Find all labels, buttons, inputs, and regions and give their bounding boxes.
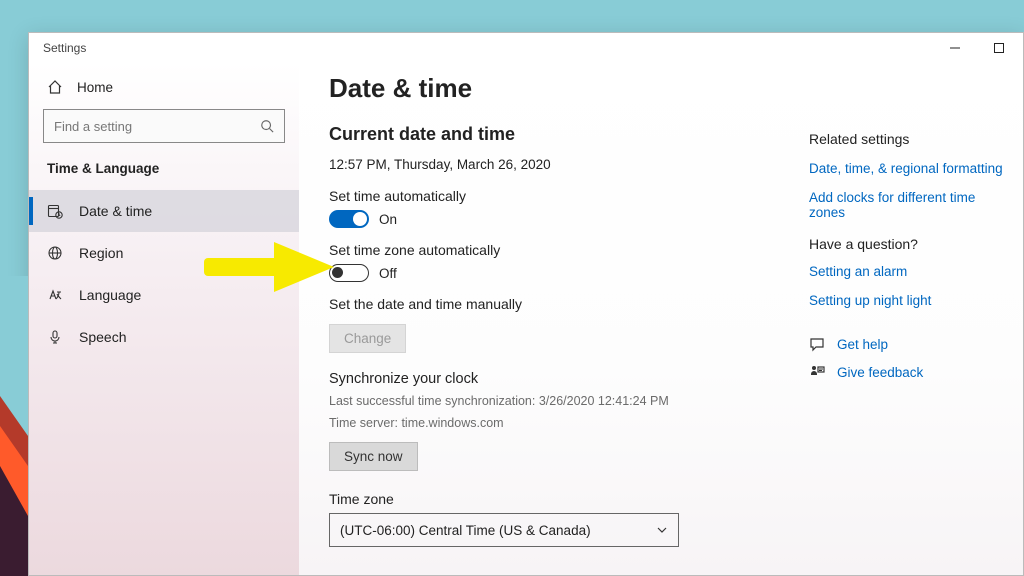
right-column: Related settings Date, time, & regional …: [799, 73, 1017, 575]
nav-label: Speech: [79, 329, 126, 345]
feedback-icon: [809, 364, 825, 380]
settings-column: Date & time Current date and time 12:57 …: [329, 73, 799, 575]
nav-label: Language: [79, 287, 141, 303]
search-placeholder: Find a setting: [54, 119, 260, 134]
microphone-icon: [47, 329, 63, 345]
wallpaper-mountains: [0, 276, 28, 576]
maximize-button[interactable]: [977, 33, 1021, 63]
sync-last-text: Last successful time synchronization: 3/…: [329, 393, 789, 411]
window-controls: [933, 33, 1021, 63]
change-button[interactable]: Change: [329, 324, 406, 353]
link-setting-alarm[interactable]: Setting an alarm: [809, 264, 1011, 279]
sidebar-item-home[interactable]: Home: [29, 73, 299, 109]
language-icon: [47, 287, 63, 303]
date-time-icon: [47, 203, 63, 219]
sync-heading: Synchronize your clock: [329, 371, 789, 387]
search-icon: [260, 119, 274, 133]
section-current-datetime: Current date and time: [329, 124, 789, 145]
nav-label: Region: [79, 245, 123, 261]
chevron-down-icon: [656, 524, 668, 536]
sync-server-text: Time server: time.windows.com: [329, 415, 789, 433]
toggle-set-tz-auto[interactable]: [329, 264, 369, 282]
give-feedback-link: Give feedback: [837, 365, 923, 380]
label-timezone: Time zone: [329, 491, 789, 507]
nav-label: Date & time: [79, 203, 152, 219]
chat-icon: [809, 336, 825, 352]
page-title: Date & time: [329, 73, 789, 104]
settings-window: Settings Home Find a setting Time & Lang…: [28, 32, 1024, 576]
sidebar-item-language[interactable]: Language: [29, 274, 299, 316]
content-area: Home Find a setting Time & Language Date…: [29, 63, 1023, 575]
link-regional-formatting[interactable]: Date, time, & regional formatting: [809, 161, 1011, 176]
app-title: Settings: [43, 41, 86, 55]
link-add-clocks[interactable]: Add clocks for different time zones: [809, 190, 1011, 220]
get-help-link: Get help: [837, 337, 888, 352]
sync-section: Synchronize your clock Last successful t…: [329, 371, 789, 487]
sidebar-item-region[interactable]: Region: [29, 232, 299, 274]
sidebar-nav: Date & time Region Language Speech: [29, 190, 299, 358]
toggle-set-time-auto[interactable]: [329, 210, 369, 228]
toggle-state-text: On: [379, 212, 397, 227]
have-question-title: Have a question?: [809, 236, 1011, 252]
link-night-light[interactable]: Setting up night light: [809, 293, 1011, 308]
search-input[interactable]: Find a setting: [43, 109, 285, 143]
current-datetime-value: 12:57 PM, Thursday, March 26, 2020: [329, 157, 789, 172]
label-manual-datetime: Set the date and time manually: [329, 296, 789, 312]
timezone-select[interactable]: (UTC-06:00) Central Time (US & Canada): [329, 513, 679, 547]
get-help-row[interactable]: Get help: [809, 336, 1011, 352]
sync-now-button[interactable]: Sync now: [329, 442, 418, 471]
minimize-button[interactable]: [933, 33, 977, 63]
home-label: Home: [77, 80, 113, 95]
related-settings-title: Related settings: [809, 131, 1011, 147]
toggle-state-text: Off: [379, 266, 397, 281]
sidebar-item-date-time[interactable]: Date & time: [29, 190, 299, 232]
home-icon: [47, 79, 63, 95]
title-bar: Settings: [29, 33, 1023, 63]
label-set-time-auto: Set time automatically: [329, 188, 789, 204]
label-set-tz-auto: Set time zone automatically: [329, 242, 789, 258]
globe-icon: [47, 245, 63, 261]
timezone-value: (UTC-06:00) Central Time (US & Canada): [340, 523, 591, 538]
give-feedback-row[interactable]: Give feedback: [809, 364, 1011, 380]
sidebar: Home Find a setting Time & Language Date…: [29, 63, 299, 575]
sidebar-category: Time & Language: [29, 157, 299, 190]
main-panel: Date & time Current date and time 12:57 …: [299, 63, 1023, 575]
sidebar-item-speech[interactable]: Speech: [29, 316, 299, 358]
